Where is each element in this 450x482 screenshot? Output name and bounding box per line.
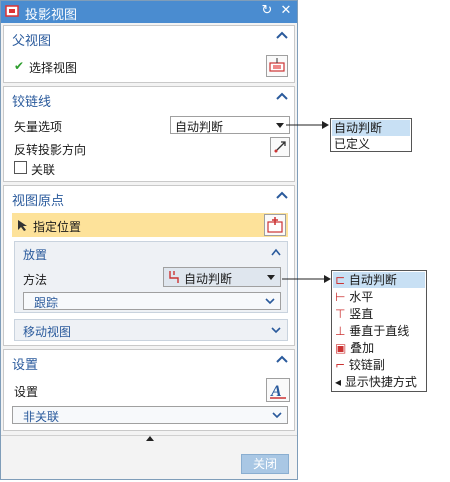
app-icon <box>5 5 19 17</box>
associate-checkbox[interactable] <box>14 161 27 174</box>
hinge-icon: ⌐ <box>335 358 346 372</box>
vector-option-value: 自动判断 <box>175 120 224 134</box>
collapse-caret-icon[interactable] <box>276 91 288 101</box>
method-dropdown[interactable]: 自动判断 <box>163 267 281 287</box>
popup-item-auto[interactable]: ⊏ 自动判断 <box>333 272 425 288</box>
popup-item-overlay[interactable]: ▣ 叠加 <box>333 340 425 356</box>
popup-item-perpendicular[interactable]: ⊥ 垂直于直线 <box>333 323 425 339</box>
move-view-header[interactable]: 移动视图 <box>23 323 71 340</box>
callout-arrow <box>286 121 329 129</box>
specify-location-button[interactable] <box>264 214 286 236</box>
reverse-arrow-icon <box>274 141 286 153</box>
vector-option-label: 矢量选项 <box>14 120 63 134</box>
align-dropdown[interactable]: 跟踪 <box>23 292 281 310</box>
overlay-icon: ▣ <box>335 341 347 355</box>
check-icon: ✔ <box>14 59 25 73</box>
reset-icon[interactable]: ↻ <box>259 3 275 19</box>
associate-label: 关联 <box>31 163 56 177</box>
vector-option-popup: 自动判断 已定义 <box>330 118 412 152</box>
move-view-subsection[interactable]: 移动视图 <box>14 319 288 341</box>
method-value: 自动判断 <box>184 272 233 286</box>
vector-option-dropdown[interactable]: 自动判断 <box>170 116 290 134</box>
popup-item[interactable]: 自动判断 <box>332 120 410 136</box>
select-view-label: 选择视图 <box>29 61 78 75</box>
text-style-icon: A <box>270 383 286 400</box>
reverse-direction-button[interactable] <box>270 137 290 157</box>
section-header-settings[interactable]: 设置 <box>12 354 38 373</box>
perpendicular-icon: ⊥ <box>335 324 346 338</box>
select-view-icon <box>269 58 285 72</box>
chevron-down-icon <box>276 123 284 128</box>
settings-label: 设置 <box>14 385 39 399</box>
non-associative-dropdown[interactable]: 非关联 <box>12 406 288 424</box>
vertical-icon: ⊤ <box>335 307 346 321</box>
expand-chevron-icon[interactable] <box>271 326 281 334</box>
callout-arrow <box>282 275 331 283</box>
hinge-line-section: 铰链线 矢量选项 自动判断 反转投影方向 关联 <box>3 86 295 182</box>
popup-item-hinge[interactable]: ⌐ 铰链副 <box>333 357 425 373</box>
close-button[interactable]: 关闭 <box>241 454 289 474</box>
section-header-view-origin[interactable]: 视图原点 <box>12 190 64 209</box>
placement-subsection: 放置 方法 自动判断 跟踪 <box>14 241 288 313</box>
reverse-direction-label: 反转投影方向 <box>14 143 87 157</box>
non-associative-value: 非关联 <box>23 410 60 424</box>
popup-item-horizontal[interactable]: ⊢ 水平 <box>333 289 425 305</box>
collapse-caret-icon[interactable] <box>276 190 288 200</box>
collapse-caret-icon[interactable] <box>271 248 281 256</box>
popup-item-shortcuts[interactable]: ◂ 显示快捷方式 <box>333 374 425 390</box>
collapse-caret-icon[interactable] <box>276 354 288 364</box>
view-origin-section: 视图原点 指定位置 放置 方法 自动判断 跟踪 移动视图 <box>3 185 295 346</box>
chevron-down-icon <box>272 412 282 419</box>
horizontal-icon: ⊢ <box>335 290 346 304</box>
arrow-icon: ◂ <box>335 375 342 389</box>
method-label: 方法 <box>23 273 48 287</box>
location-pointer-icon <box>18 220 27 231</box>
settings-section: 设置 设置 A 非关联 <box>3 349 295 431</box>
specify-location-label: 指定位置 <box>33 220 82 234</box>
collapse-caret-icon[interactable] <box>276 30 288 40</box>
projected-view-dialog: 投影视图 ↻ ✕ 父视图 ✔ 选择视图 铰链线 矢量选项 自动判断 反转投影方向 <box>0 0 298 480</box>
dialog-title: 投影视图 <box>25 8 78 23</box>
placement-header[interactable]: 放置 <box>23 246 47 263</box>
popup-item[interactable]: 已定义 <box>332 136 410 152</box>
close-icon[interactable]: ✕ <box>278 3 294 19</box>
auto-infer-icon: ⊏ <box>335 273 346 287</box>
auto-infer-icon <box>169 271 179 283</box>
specify-location-row[interactable]: 指定位置 <box>12 213 288 237</box>
title-bar: 投影视图 ↻ ✕ <box>1 1 297 23</box>
section-header-hinge-line[interactable]: 铰链线 <box>12 91 51 110</box>
point-dialog-icon <box>267 217 283 233</box>
popup-item-vertical[interactable]: ⊤ 竖直 <box>333 306 425 322</box>
section-header-parent-view[interactable]: 父视图 <box>12 30 51 49</box>
parent-view-section: 父视图 ✔ 选择视图 <box>3 25 295 83</box>
more-options-icon[interactable] <box>145 435 155 441</box>
settings-button[interactable]: A <box>266 378 290 402</box>
align-value: 跟踪 <box>34 296 59 310</box>
chevron-down-icon <box>265 298 275 305</box>
method-popup: ⊏ 自动判断 ⊢ 水平 ⊤ 竖直 ⊥ 垂直于直线 ▣ 叠加 ⌐ 铰链副 ◂ 显示… <box>331 270 427 392</box>
select-view-button[interactable] <box>266 55 288 77</box>
chevron-down-icon <box>267 275 275 280</box>
